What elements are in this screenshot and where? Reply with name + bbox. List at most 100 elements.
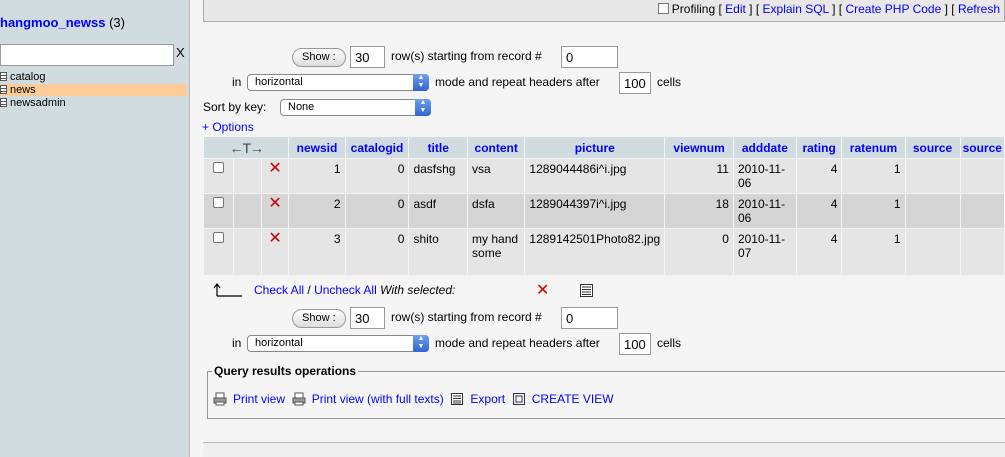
uncheck-all-link[interactable]: Uncheck All: [314, 283, 377, 297]
display-mode-select[interactable]: horizontal ▲ ▼: [247, 74, 429, 91]
column-header[interactable]: picture: [525, 137, 665, 158]
column-header[interactable]: ratenum: [842, 137, 905, 158]
cells-label: cells: [657, 75, 682, 89]
table-icon[interactable]: [0, 72, 7, 81]
export-link[interactable]: Export: [470, 392, 505, 406]
export-icon: [451, 393, 464, 405]
edit-link[interactable]: Edit: [725, 2, 746, 16]
print-view-full-texts-link[interactable]: Print view (with full texts): [312, 392, 444, 406]
start-record-input[interactable]: [561, 46, 618, 68]
mode-label-bottom: mode and repeat headers after: [435, 336, 600, 350]
cell-title: dasfshg: [409, 159, 468, 193]
column-header[interactable]: newsid: [289, 137, 345, 158]
cell-source: [905, 159, 960, 193]
delete-icon[interactable]: ✕: [268, 230, 281, 247]
column-resize-handle[interactable]: ←T→: [204, 137, 289, 158]
repeat-headers-input[interactable]: [619, 72, 651, 94]
row-checkbox[interactable]: [212, 162, 224, 173]
table-icon[interactable]: [0, 98, 7, 107]
print-view-link[interactable]: Print view: [233, 392, 285, 406]
display-mode-value: horizontal: [255, 76, 303, 88]
cell-adddate: 2010-11-07: [733, 229, 796, 275]
query-ops-links: Print view Print view (with full texts) …: [213, 392, 614, 406]
delete-selected-icon[interactable]: ✕: [536, 283, 549, 299]
show-button-bottom[interactable]: Show :: [292, 309, 346, 328]
column-header[interactable]: source: [905, 137, 960, 158]
table-icon[interactable]: [0, 85, 7, 94]
sidebar-item-label[interactable]: newsadmin: [10, 97, 66, 109]
row-delete-cell: ✕: [261, 229, 289, 275]
results-table: ←T→ newsid catalogid title content pictu…: [203, 136, 1005, 276]
rows-per-page-input[interactable]: [350, 46, 385, 68]
row-edit-cell: [233, 159, 261, 193]
table-row: ✕ 2 0 asdf dsfa 1289044397i^i.jpg 18 201…: [204, 194, 1004, 228]
cell-picture: 1289044486i^i.jpg: [525, 159, 665, 193]
display-mode-value: horizontal: [255, 337, 303, 349]
create-php-code-link[interactable]: Create PHP Code: [845, 2, 941, 16]
row-checkbox[interactable]: [212, 232, 224, 243]
cell-picture: 1289044397i^i.jpg: [525, 194, 665, 228]
display-mode-select-bottom[interactable]: horizontal ▲ ▼: [247, 335, 429, 352]
cells-label-bottom: cells: [657, 336, 682, 350]
in-label-bottom: in: [232, 336, 242, 350]
column-header[interactable]: rating: [796, 137, 842, 158]
sidebar-item-news[interactable]: news: [0, 84, 187, 96]
export-selected-icon[interactable]: [579, 283, 594, 298]
sort-by-key-select[interactable]: None ▲ ▼: [280, 99, 431, 116]
select-arrows-icon: ▲ ▼: [413, 74, 429, 91]
view-icon: [512, 393, 525, 405]
cell-ratenum: 1: [842, 159, 905, 193]
row-select-cell: [204, 159, 233, 193]
profiling-checkbox[interactable]: [657, 3, 669, 14]
cell-source: [960, 159, 1004, 193]
cell-viewnum: 11: [665, 159, 733, 193]
column-header[interactable]: source: [960, 137, 1004, 158]
sidebar-item-catalog[interactable]: catalog: [0, 71, 187, 83]
cell-content: my hand some: [468, 229, 525, 275]
sidebar-item-newsadmin[interactable]: newsadmin: [0, 97, 187, 109]
cell-title: asdf: [409, 194, 468, 228]
select-arrows-icon: ▲ ▼: [413, 335, 429, 352]
left-navigation: hangmoo_newss (3) X catalog news newsadm…: [0, 0, 190, 457]
with-selected-bar: Check All / Uncheck All With selected:: [254, 283, 455, 297]
cell-content: vsa: [468, 159, 525, 193]
check-all-arrow-icon: [213, 283, 242, 297]
sidebar-item-label[interactable]: news: [10, 84, 36, 96]
cell-catalogid: 0: [345, 194, 409, 228]
database-name-link[interactable]: hangmoo_newss: [0, 15, 105, 30]
table-filter-input[interactable]: [0, 44, 174, 66]
options-link[interactable]: + Options: [202, 120, 254, 134]
column-header[interactable]: adddate: [733, 137, 796, 158]
column-header[interactable]: content: [468, 137, 525, 158]
table-row: ✕ 1 0 dasfshg vsa 1289044486i^i.jpg 11 2…: [204, 159, 1004, 193]
repeat-headers-input-bottom[interactable]: [619, 333, 651, 355]
cell-viewnum: 0: [665, 229, 733, 275]
column-header[interactable]: title: [409, 137, 468, 158]
left-right-arrows-icon: ←T→: [229, 139, 264, 156]
cell-adddate: 2010-11-06: [733, 194, 796, 228]
cell-catalogid: 0: [345, 159, 409, 193]
check-all-link[interactable]: Check All: [254, 283, 304, 297]
cell-newsid: 2: [289, 194, 345, 228]
sidebar-item-label[interactable]: catalog: [10, 71, 45, 83]
cell-rating: 4: [796, 229, 842, 275]
column-header[interactable]: viewnum: [665, 137, 733, 158]
refresh-link[interactable]: Refresh: [958, 2, 1000, 16]
row-edit-cell: [233, 229, 261, 275]
clear-filter-button[interactable]: X: [176, 45, 185, 60]
table-header-row: ←T→ newsid catalogid title content pictu…: [204, 137, 1004, 158]
printer-icon: [292, 392, 306, 406]
create-view-link[interactable]: CREATE VIEW: [532, 392, 614, 406]
row-checkbox[interactable]: [212, 197, 224, 208]
cell-ratenum: 1: [842, 229, 905, 275]
delete-icon[interactable]: ✕: [268, 160, 281, 177]
start-record-input-bottom[interactable]: [561, 307, 618, 329]
cell-content: dsfa: [468, 194, 525, 228]
show-button[interactable]: Show :: [292, 48, 346, 67]
select-arrows-icon: ▲ ▼: [415, 99, 431, 116]
column-header[interactable]: catalogid: [345, 137, 409, 158]
delete-icon[interactable]: ✕: [268, 195, 281, 212]
bottom-divider: [203, 442, 1005, 457]
explain-sql-link[interactable]: Explain SQL: [763, 2, 829, 16]
rows-per-page-input-bottom[interactable]: [350, 307, 385, 329]
